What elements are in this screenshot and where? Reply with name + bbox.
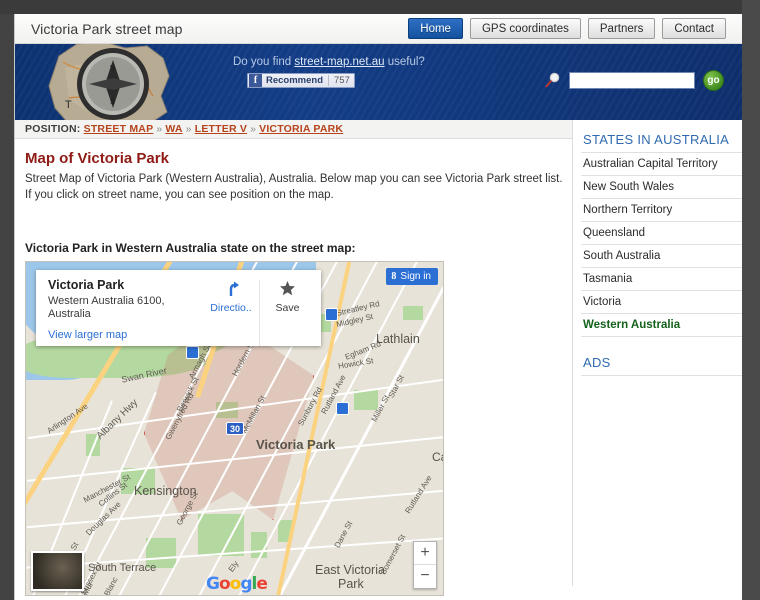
breadcrumb: POSITION: STREET MAP» WA» LETTER V» VICTORI… bbox=[15, 120, 572, 139]
map-info-card: Victoria Park Western Australia 6100, Au… bbox=[36, 270, 321, 346]
search-input[interactable] bbox=[569, 72, 695, 89]
banner-cta: Do you find street-map.net.au useful? bbox=[233, 56, 425, 68]
sidebar-item-queensland[interactable]: Queensland bbox=[581, 222, 742, 245]
facebook-recommend-count: 757 bbox=[328, 75, 350, 86]
zoom-in-button[interactable]: + bbox=[414, 542, 436, 565]
map-street-label: Ely bbox=[226, 559, 241, 574]
sidebar-item-south-australia[interactable]: South Australia bbox=[581, 245, 742, 268]
facebook-icon: f bbox=[249, 74, 262, 87]
directions-label: Directio.. bbox=[210, 302, 252, 314]
sidebar-item-australian-capital-territory[interactable]: Australian Capital Territory bbox=[581, 153, 742, 176]
map-marker-shield: 30 bbox=[226, 422, 244, 435]
facebook-recommend-label: Recommend bbox=[266, 75, 324, 86]
top-navigation: Home GPS coordinates Partners Contact bbox=[408, 18, 726, 39]
page-intro-text: Street Map of Victoria Park (Western Aus… bbox=[25, 173, 563, 201]
map-info-actions: Directio.. Save bbox=[203, 270, 321, 346]
map-info-card-text: Victoria Park Western Australia 6100, Au… bbox=[36, 270, 203, 346]
map-street-label: Blanc bbox=[102, 575, 120, 596]
sidebar-item-new-south-wales[interactable]: New South Wales bbox=[581, 176, 742, 199]
compass-icon: T N S bbox=[48, 44, 170, 120]
magnifier-icon bbox=[545, 72, 560, 88]
search-go-button[interactable]: go bbox=[703, 70, 724, 91]
star-icon bbox=[260, 280, 315, 302]
save-label: Save bbox=[275, 302, 300, 314]
map-info-address: Western Australia 6100, Australia bbox=[48, 295, 165, 320]
street-map[interactable]: 8 Sign in Victoria Park East Victoria Park… bbox=[25, 261, 444, 596]
zoom-out-button[interactable]: − bbox=[414, 565, 436, 588]
map-place-label: Car bbox=[432, 450, 443, 464]
directions-arrow-icon bbox=[203, 280, 259, 302]
map-street-label: Somerset St bbox=[378, 532, 408, 577]
breadcrumb-items: STREET MAP» WA» LETTER V» VICTORIA PARK bbox=[84, 123, 344, 135]
breadcrumb-link-letter-v[interactable]: LETTER V bbox=[195, 123, 247, 135]
page-title: Map of Victoria Park bbox=[25, 150, 169, 167]
breadcrumb-link-wa[interactable]: WA bbox=[165, 123, 182, 135]
map-place-label: Kensington bbox=[134, 484, 197, 498]
map-caption: Victoria Park in Western Australia state… bbox=[25, 241, 356, 255]
facebook-recommend-button[interactable]: f Recommend 757 bbox=[247, 73, 355, 88]
sidebar-item-victoria[interactable]: Victoria bbox=[581, 291, 742, 314]
map-sign-in-label: Sign in bbox=[400, 271, 431, 282]
svg-text:T: T bbox=[65, 99, 72, 111]
map-info-title: Victoria Park bbox=[48, 278, 125, 292]
directions-button[interactable]: Directio.. bbox=[203, 280, 259, 346]
map-street-label: Howick St bbox=[337, 356, 375, 371]
map-sign-in-button[interactable]: 8 Sign in bbox=[386, 268, 438, 285]
view-larger-map-link[interactable]: View larger map bbox=[48, 329, 203, 341]
breadcrumb-separator: » bbox=[250, 123, 257, 135]
nav-button-home[interactable]: Home bbox=[408, 18, 463, 39]
search-box: go bbox=[544, 70, 724, 91]
satellite-thumbnail-button[interactable] bbox=[31, 551, 84, 591]
sidebar-ads-heading: ADS bbox=[583, 355, 611, 370]
svg-text:S: S bbox=[110, 99, 115, 106]
google-g-icon: 8 bbox=[391, 271, 397, 282]
window-chrome-top bbox=[0, 0, 760, 14]
map-place-label: Park bbox=[338, 577, 364, 591]
save-button[interactable]: Save bbox=[259, 280, 315, 346]
map-place-label: Lathlain bbox=[376, 332, 420, 346]
sidebar: STATES IN AUSTRALIA Australian Capital T… bbox=[573, 120, 742, 586]
map-zoom-controls[interactable]: + − bbox=[413, 541, 437, 589]
map-street-label: Albany Hwy bbox=[94, 397, 141, 442]
sidebar-states-list: Australian Capital Territory New South Wa… bbox=[581, 152, 742, 337]
breadcrumb-separator: » bbox=[156, 123, 163, 135]
sidebar-item-northern-territory[interactable]: Northern Territory bbox=[581, 199, 742, 222]
breadcrumb-separator: » bbox=[185, 123, 192, 135]
cta-suffix: useful? bbox=[384, 56, 425, 68]
breadcrumb-label: POSITION: bbox=[25, 123, 81, 135]
nav-button-partners[interactable]: Partners bbox=[587, 18, 656, 39]
cta-prefix: Do you find bbox=[233, 56, 295, 68]
breadcrumb-link-victoria-park[interactable]: VICTORIA PARK bbox=[259, 123, 343, 135]
sidebar-item-western-australia[interactable]: Western Australia bbox=[581, 314, 742, 337]
google-attribution-logo: Google bbox=[206, 574, 268, 594]
map-marker-transit bbox=[186, 346, 199, 359]
map-park-g bbox=[403, 306, 423, 320]
map-marker-transit bbox=[325, 308, 338, 321]
window-chrome-right bbox=[742, 0, 760, 600]
window-chrome-left bbox=[0, 0, 14, 600]
map-place-label: East Victoria bbox=[315, 563, 385, 577]
web-page: Victoria Park street map Home GPS coordin… bbox=[14, 14, 742, 600]
sidebar-ads-list bbox=[581, 375, 742, 376]
svg-text:N: N bbox=[110, 65, 115, 72]
map-park-i bbox=[354, 390, 378, 410]
main-column: POSITION: STREET MAP» WA» LETTER V» VICTORI… bbox=[15, 120, 572, 596]
sidebar-states-heading: STATES IN AUSTRALIA bbox=[583, 132, 730, 147]
map-place-label: Victoria Park bbox=[256, 437, 336, 452]
sidebar-item-tasmania[interactable]: Tasmania bbox=[581, 268, 742, 291]
cta-site-link[interactable]: street-map.net.au bbox=[294, 56, 384, 68]
content-columns: POSITION: STREET MAP» WA» LETTER V» VICTORI… bbox=[15, 120, 742, 596]
browser-viewport: Victoria Park street map Home GPS coordin… bbox=[0, 0, 760, 600]
map-marker-transit bbox=[336, 402, 349, 415]
nav-button-gps-coordinates[interactable]: GPS coordinates bbox=[469, 18, 581, 39]
breadcrumb-link-street-map[interactable]: STREET MAP bbox=[84, 123, 154, 135]
nav-button-contact[interactable]: Contact bbox=[662, 18, 726, 39]
site-banner: T N S Do you find street-map.net.au usef… bbox=[15, 44, 742, 120]
site-header: Victoria Park street map Home GPS coordin… bbox=[15, 14, 742, 44]
site-title: Victoria Park street map bbox=[31, 21, 183, 37]
